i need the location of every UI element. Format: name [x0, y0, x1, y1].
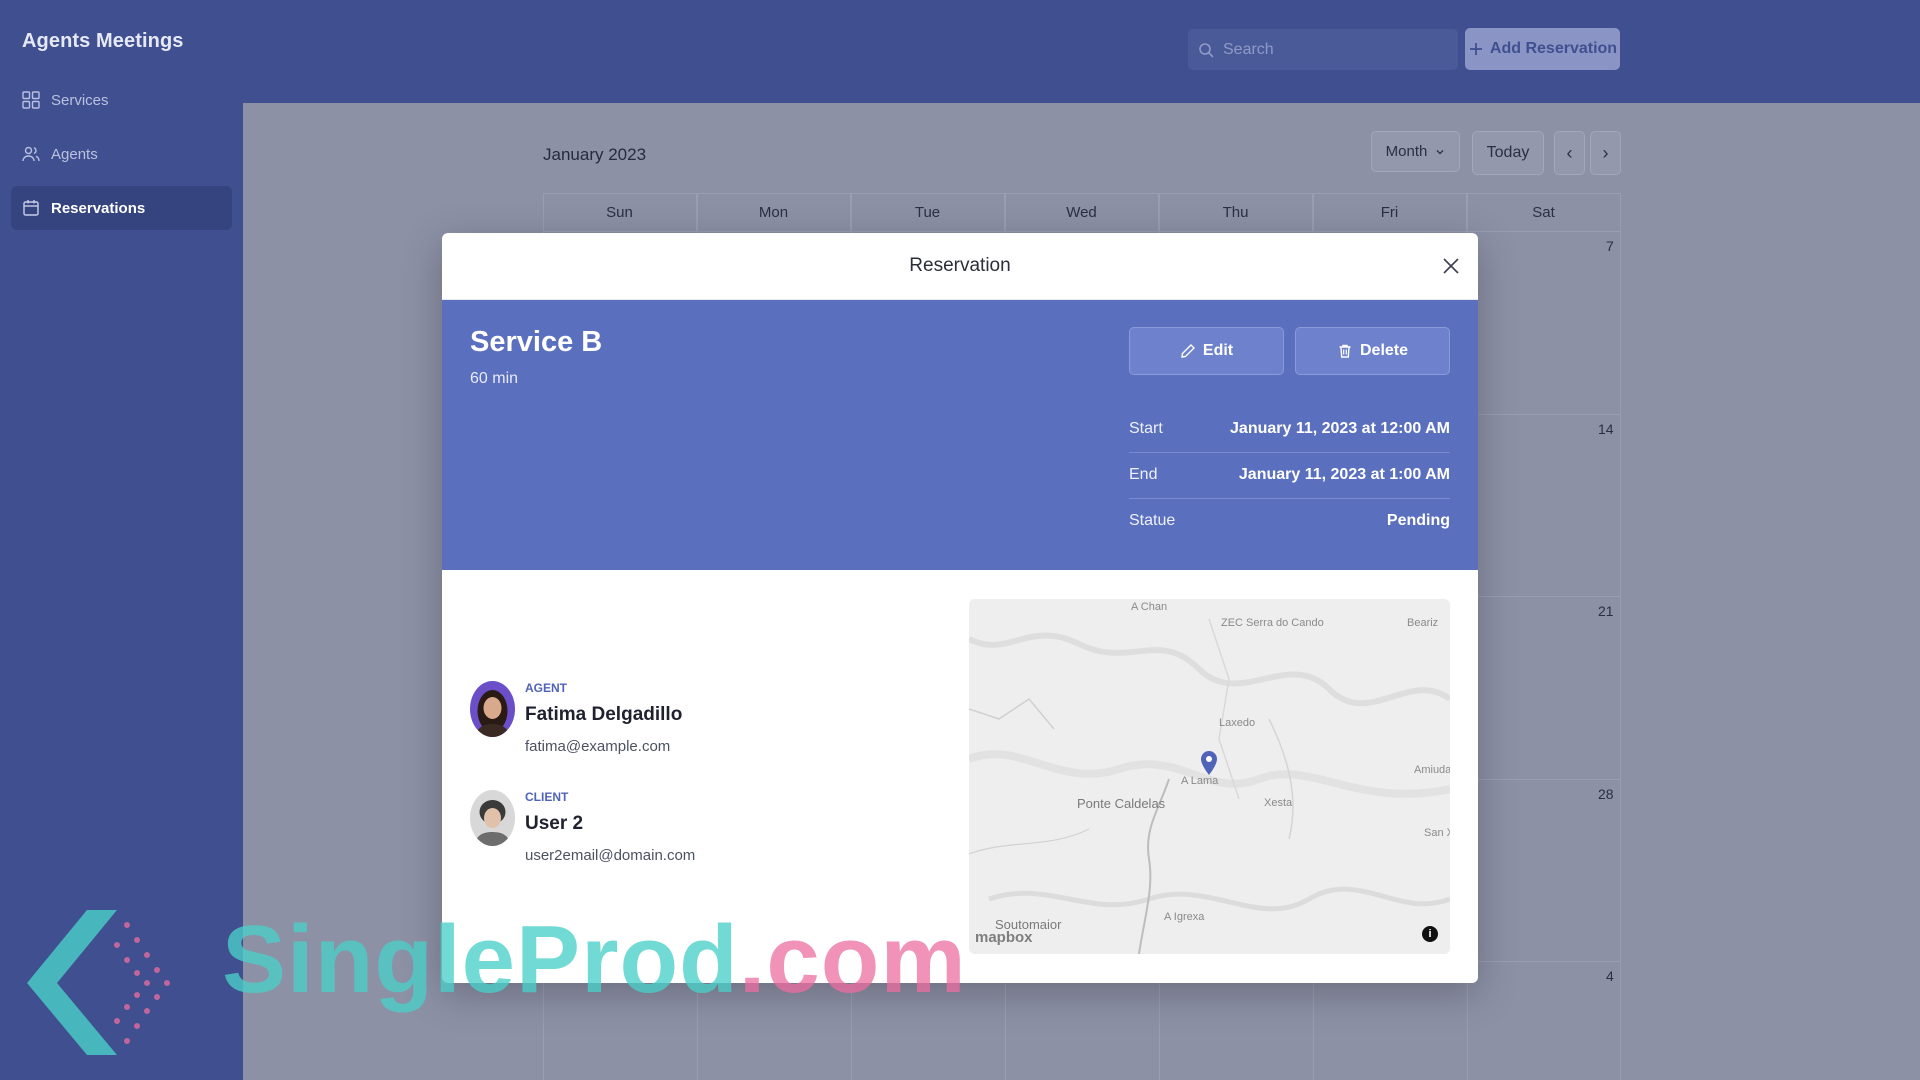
location-pin-icon[interactable] [1200, 750, 1218, 776]
search-icon [1199, 42, 1214, 58]
start-label: Start [1129, 420, 1163, 437]
reservation-summary: Service B 60 min Edit Delete Start Janua… [442, 300, 1478, 570]
map-label: Laxedo [1219, 717, 1256, 729]
start-value: January 11, 2023 at 12:00 AM [1230, 420, 1450, 437]
map-label: Beariz [1407, 617, 1439, 629]
end-value: January 11, 2023 at 1:00 AM [1238, 466, 1450, 483]
day-number: 14 [1598, 421, 1614, 437]
add-reservation-button[interactable]: Add Reservation [1465, 28, 1620, 70]
users-icon [22, 146, 40, 162]
status-row: Statue Pending [1129, 498, 1450, 544]
location-map[interactable]: A Chan ZEC Serra do Cando Beariz Laxedo … [969, 599, 1450, 954]
map-label: Xesta [1264, 797, 1293, 809]
sidebar-item-label: Agents [51, 145, 98, 163]
client-email: user2email@domain.com [525, 847, 696, 864]
sidebar-item-label: Reservations [51, 199, 146, 217]
delete-button[interactable]: Delete [1295, 327, 1450, 375]
map-label: A Igrexa [1164, 911, 1205, 923]
info-icon[interactable]: i [1422, 926, 1438, 942]
watermark-text-domain: .com [738, 906, 967, 1013]
trash-icon [1339, 344, 1351, 358]
grid-icon [22, 91, 40, 109]
agent-email: fatima@example.com [525, 738, 671, 755]
map-label: A Chan [1131, 601, 1168, 613]
close-icon[interactable] [1440, 255, 1462, 277]
map-label: ZEC Serra do Cando [1221, 617, 1324, 629]
sidebar-item-reservations[interactable]: Reservations [11, 186, 232, 230]
client-avatar [470, 790, 515, 846]
calendar-icon [23, 200, 39, 216]
sidebar-item-services[interactable]: Services [11, 78, 232, 122]
status-label: Statue [1129, 512, 1176, 529]
service-name: Service B [470, 326, 603, 358]
map-label: Ponte Caldelas [1077, 796, 1166, 811]
status-value: Pending [1386, 512, 1450, 529]
view-select-value: Month [1385, 143, 1428, 160]
weekday-header: Sun [543, 193, 697, 231]
day-number: 7 [1606, 238, 1614, 254]
today-button[interactable]: Today [1472, 131, 1544, 175]
watermark: SingleProd.com [22, 905, 966, 1065]
prev-month-button[interactable]: ‹ [1554, 131, 1585, 175]
calendar-title: January 2023 [543, 145, 647, 164]
watermark-text: SingleProd.com [222, 905, 967, 1015]
day-number: 28 [1598, 786, 1614, 802]
map-label: San X [1424, 827, 1450, 839]
start-row: Start January 11, 2023 at 12:00 AM [1129, 406, 1450, 452]
pencil-icon [1181, 344, 1195, 358]
client-role: CLIENT [525, 790, 569, 804]
delete-label: Delete [1359, 342, 1409, 359]
search-placeholder: Search [1223, 40, 1274, 58]
add-reservation-label: Add Reservation [1489, 40, 1618, 57]
agent-role: AGENT [525, 681, 567, 695]
weekday-header: Fri [1313, 193, 1467, 231]
grid-line [543, 193, 1621, 194]
view-select[interactable]: Month [1371, 131, 1460, 172]
grid-line [543, 231, 1621, 232]
map-label: Amiudal [1414, 764, 1450, 776]
grid-line [1620, 193, 1621, 1080]
weekday-header: Sat [1467, 193, 1621, 231]
search-input[interactable]: Search [1188, 29, 1458, 70]
next-month-button[interactable]: › [1590, 131, 1621, 175]
agent-avatar [470, 681, 515, 737]
end-label: End [1129, 466, 1158, 483]
app-title: Agents Meetings [22, 30, 184, 52]
sidebar-item-agents[interactable]: Agents [11, 132, 232, 176]
edit-label: Edit [1202, 342, 1234, 359]
watermark-text-main: SingleProd [222, 906, 739, 1013]
modal-header: Reservation [442, 233, 1478, 300]
map-label: A Lama [1181, 775, 1219, 787]
plus-icon [1469, 43, 1482, 55]
sidebar-item-label: Services [51, 91, 109, 109]
weekday-header: Tue [851, 193, 1005, 231]
mapbox-logo[interactable]: mapbox [975, 929, 1033, 946]
edit-button[interactable]: Edit [1129, 327, 1284, 375]
chevron-down-icon [1436, 149, 1444, 154]
modal-title: Reservation [909, 255, 1011, 276]
watermark-logo-icon [27, 910, 170, 1055]
agent-name: Fatima Delgadillo [525, 704, 683, 725]
end-row: End January 11, 2023 at 1:00 AM [1129, 452, 1450, 498]
client-name: User 2 [525, 813, 584, 834]
weekday-header: Thu [1159, 193, 1313, 231]
day-number: 4 [1606, 968, 1614, 984]
weekday-header: Mon [697, 193, 851, 231]
top-bar: Search Add Reservation [0, 0, 1920, 103]
weekday-header: Wed [1005, 193, 1159, 231]
day-number: 21 [1598, 603, 1614, 619]
service-duration: 60 min [470, 370, 519, 387]
reservation-modal: Reservation Service B 60 min Edit Delete… [442, 233, 1478, 983]
